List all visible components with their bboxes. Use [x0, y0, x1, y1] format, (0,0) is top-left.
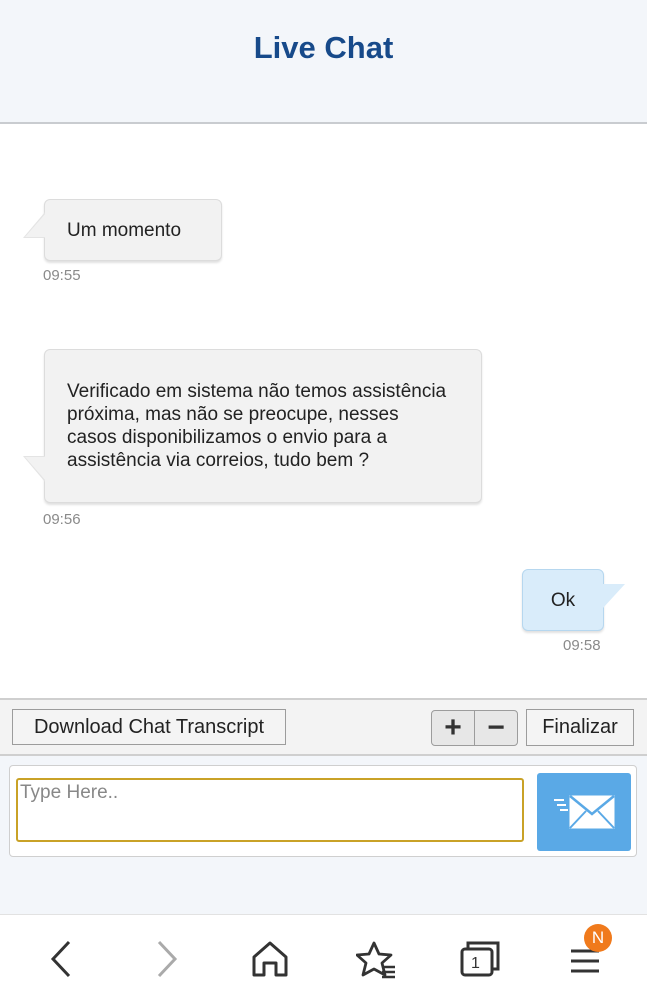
- message-time: 09:55: [43, 267, 81, 284]
- download-transcript-button[interactable]: Download Chat Transcript: [12, 709, 286, 745]
- back-icon[interactable]: [38, 935, 86, 983]
- composer-box: [9, 765, 637, 857]
- menu-badge: N: [584, 924, 612, 952]
- message-text: Verificado em sistema não temos assistên…: [67, 381, 447, 471]
- agent-message: Verificado em sistema não temos assistên…: [23, 349, 482, 503]
- message-time: 09:56: [43, 511, 81, 528]
- message-text: Um momento: [67, 219, 182, 241]
- tabs-icon[interactable]: 1: [456, 935, 504, 983]
- tab-count: 1: [471, 955, 480, 972]
- home-icon[interactable]: [246, 935, 294, 983]
- live-chat-page: Live Chat Um momento 09:55 Verificado em…: [0, 0, 647, 999]
- composer-area: [0, 756, 647, 914]
- chat-header: Live Chat: [0, 0, 647, 124]
- zoom-in-button[interactable]: +: [432, 711, 474, 745]
- page-title: Live Chat: [253, 30, 394, 65]
- message-text: Ok: [550, 589, 576, 611]
- agent-message: Um momento: [23, 199, 222, 261]
- browser-nav-bar: 1: [0, 914, 647, 999]
- chat-toolbar: Download Chat Transcript + − Finalizar: [0, 698, 647, 756]
- bookmarks-icon[interactable]: [352, 935, 400, 983]
- message-list[interactable]: Um momento 09:55 Verificado em sistema n…: [0, 126, 647, 698]
- send-mail-icon: [554, 795, 615, 829]
- message-input[interactable]: [16, 778, 524, 842]
- message-time: 09:58: [563, 637, 601, 654]
- forward-icon[interactable]: [142, 935, 190, 983]
- user-message: Ok: [522, 569, 625, 631]
- zoom-controls: + −: [431, 710, 518, 746]
- send-button[interactable]: [537, 773, 631, 851]
- end-chat-button[interactable]: Finalizar: [526, 709, 634, 746]
- zoom-out-button[interactable]: −: [474, 711, 517, 745]
